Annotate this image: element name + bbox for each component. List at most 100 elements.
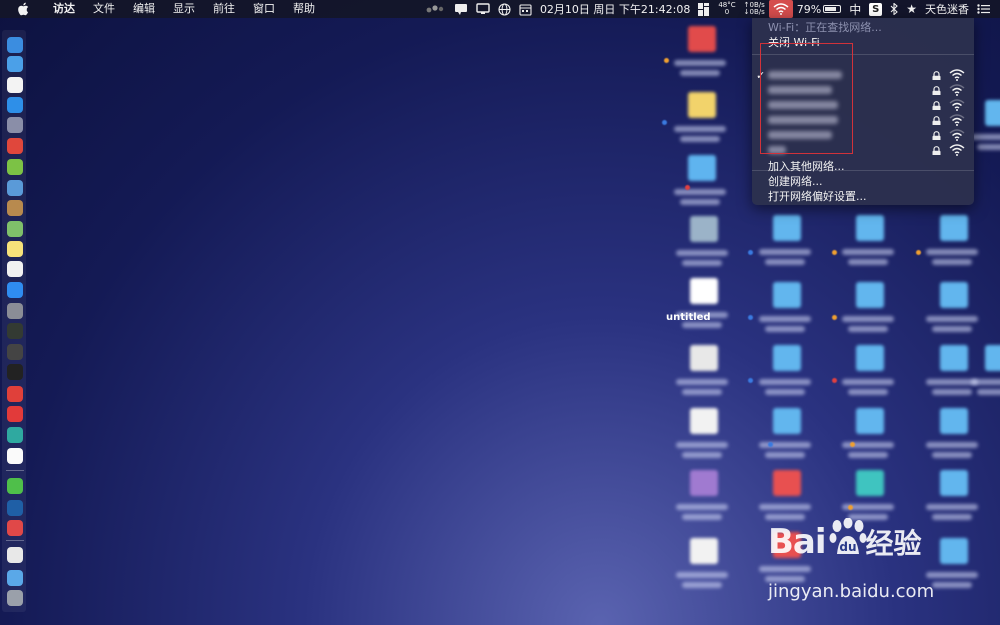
apple-logo-icon[interactable] [15,2,31,16]
desktop-item-label-blurred [977,144,1000,150]
notification-icon[interactable] [450,0,472,18]
desktop-item-icon[interactable] [773,215,801,241]
desktop-item-icon[interactable] [856,345,884,371]
desktop-item-icon[interactable] [856,215,884,241]
parallels-icon[interactable] [7,520,23,536]
menu-view[interactable]: 显示 [164,0,204,18]
desktop-item-label-blurred [932,452,972,458]
safari-globe-icon[interactable] [7,56,23,72]
desktop-item-icon[interactable] [940,470,968,496]
net-speed-readout[interactable]: ↑0B/s ↓0B/s [740,0,769,18]
battery-percent: 79% [796,2,822,16]
notes-icon[interactable] [7,241,23,257]
tag-dot [850,442,855,447]
notes-book-icon[interactable] [7,200,23,216]
desktop-item-icon[interactable] [940,408,968,434]
globe-icon[interactable] [494,0,515,18]
trash-icon[interactable] [7,590,23,606]
desktop-item-icon[interactable] [856,470,884,496]
activity-monitor-icon[interactable] [7,323,23,339]
desktop-item-icon[interactable] [985,345,1000,371]
calendar-icon[interactable] [515,0,536,18]
desktop-item-icon[interactable] [985,100,1000,126]
desktop-item-icon[interactable] [690,408,718,434]
finder-icon[interactable] [7,37,23,53]
baidu-paw-icon: du [829,518,867,554]
desktop-item-label-blurred [926,504,978,510]
monitor-icon[interactable] [472,0,494,18]
menu-help[interactable]: 帮助 [284,0,324,18]
input-method[interactable]: 中 [845,0,865,18]
desktop-item-icon[interactable] [690,278,718,304]
maps-icon[interactable] [7,221,23,237]
sync-icon[interactable] [7,427,23,443]
siri-dots-icon[interactable] [422,0,450,18]
vivaldi-icon[interactable] [7,386,23,402]
user-name[interactable]: 天色迷香 [921,0,973,18]
join-other-network-item[interactable]: 加入其他网络... [768,158,845,174]
tag-dot [832,378,837,383]
list-icon[interactable] [973,0,1000,18]
console-icon[interactable] [7,344,23,360]
desktop-item-icon[interactable] [688,26,716,52]
desktop-item-icon[interactable] [690,470,718,496]
desktop-item-label-blurred [842,316,894,322]
desktop-item-icon[interactable] [856,408,884,434]
iphone-backup-icon[interactable] [7,547,23,563]
wechat-icon[interactable] [7,478,23,494]
tag-dot [748,315,753,320]
netease-music-icon[interactable] [7,406,23,422]
desktop-item-icon[interactable] [690,216,718,242]
desktop-item-icon[interactable] [940,215,968,241]
quicktime-icon[interactable] [7,500,23,516]
desktop-item-label-blurred [674,189,726,195]
android-icon[interactable] [7,159,23,175]
desktop-item-icon[interactable] [940,282,968,308]
desktop-file-label[interactable]: untitled file.txt [666,312,714,326]
preview-icon[interactable] [7,180,23,196]
menu-file[interactable]: 文件 [84,0,124,18]
menu-edit[interactable]: 编辑 [124,0,164,18]
menu-finder[interactable]: 访达 [44,0,84,18]
desktop-item-label-blurred [682,452,722,458]
tag-dot [664,58,669,63]
desktop-item-icon[interactable] [690,345,718,371]
desktop-item-icon[interactable] [773,282,801,308]
star-icon[interactable]: ★ [902,0,921,18]
calendar-app-icon[interactable] [7,77,23,93]
menu-go[interactable]: 前往 [204,0,244,18]
desktop-item-label-blurred [676,250,728,256]
tile-icon[interactable] [694,0,714,18]
terminal-icon[interactable] [7,364,23,380]
temperature-readout[interactable]: 48°C 0 [714,0,739,18]
create-network-item[interactable]: 创建网络... [768,173,823,189]
desktop-item-icon[interactable] [940,538,968,564]
desktop-item-label-blurred [977,389,1000,395]
desktop-item-icon[interactable] [773,345,801,371]
lock-icon [932,131,941,140]
desktop-item-icon[interactable] [773,408,801,434]
open-network-preferences-item[interactable]: 打开网络偏好设置... [768,188,867,204]
desktop-item-icon[interactable] [856,282,884,308]
desktop-item-label-blurred [676,504,728,510]
date-time[interactable]: 02月10日 周日 下午21:42:08 [536,0,694,18]
wifi-status-button[interactable] [768,0,793,18]
app-store-icon[interactable] [7,282,23,298]
desktop-item-icon[interactable] [690,538,718,564]
folder-icon[interactable] [7,570,23,586]
desktop-item-icon[interactable] [940,345,968,371]
safari-icon[interactable] [7,97,23,113]
bluetooth-icon[interactable] [886,0,902,18]
app-red-icon[interactable] [7,138,23,154]
s-app-icon[interactable]: S [865,0,886,18]
battery-indicator[interactable]: 79% [793,0,845,18]
menu-window[interactable]: 窗口 [244,0,284,18]
reminders-icon[interactable] [7,261,23,277]
desktop-item-icon[interactable] [688,92,716,118]
desktop-item-icon[interactable] [688,155,716,181]
desktop-item-label-blurred [842,379,894,385]
desktop-item-icon[interactable] [773,470,801,496]
launchpad-icon[interactable] [7,117,23,133]
system-prefs-icon[interactable] [7,303,23,319]
yandex-icon[interactable] [7,448,23,464]
